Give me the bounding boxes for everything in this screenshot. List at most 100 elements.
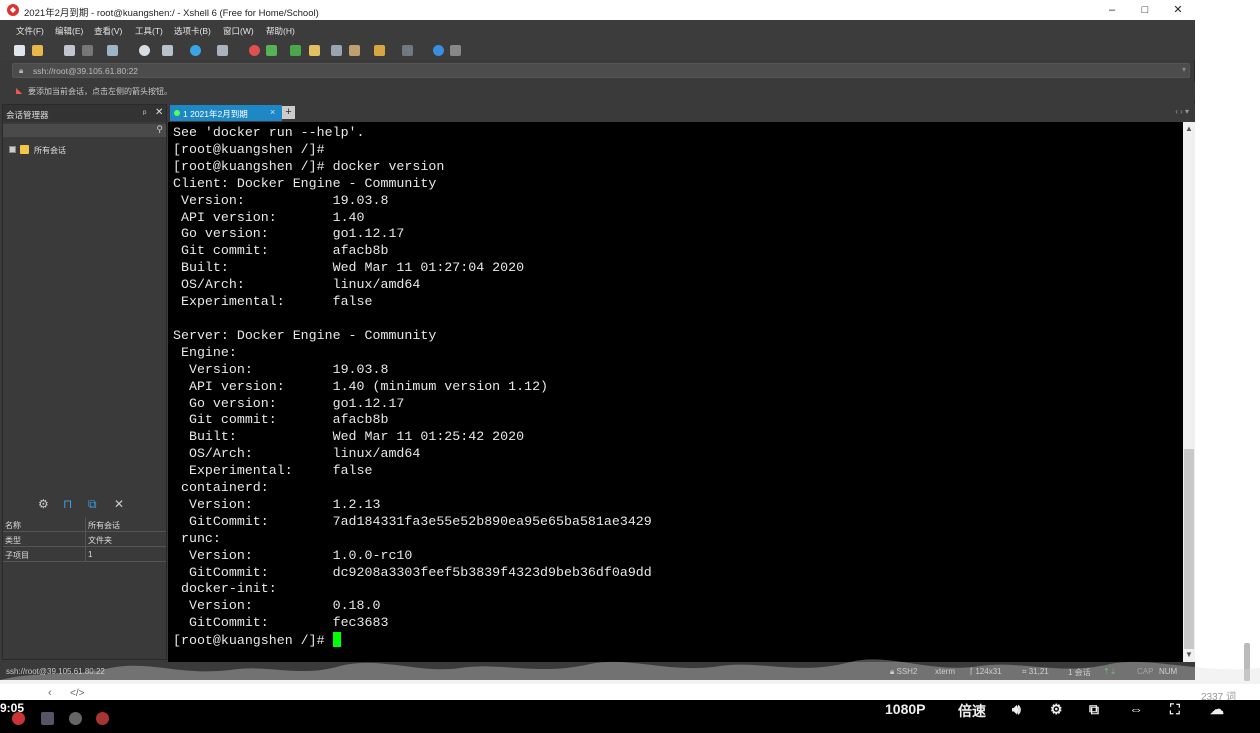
menu-file[interactable]: 文件(F) bbox=[16, 25, 44, 37]
script-icon[interactable] bbox=[374, 45, 385, 56]
terminal-cursor bbox=[332, 632, 341, 648]
compose-icon[interactable] bbox=[349, 45, 360, 56]
property-toolbar: ⚙ ⊓ ⧉ ✕ bbox=[38, 497, 138, 513]
column-divider bbox=[85, 532, 86, 547]
help-icon[interactable] bbox=[433, 45, 444, 56]
terminal-line: [root@kuangshen /]# docker version bbox=[173, 158, 445, 174]
session-manager-header: 会话管理器 ᵖ ✕ bbox=[3, 105, 166, 122]
terminal-line: Version: 0.18.0 bbox=[173, 598, 381, 614]
terminal-line: GitCommit: dc9208a3303feef5b3839f4323d9b… bbox=[173, 564, 652, 580]
cloud-icon[interactable]: ☁ bbox=[1210, 701, 1224, 718]
tab-close-icon[interactable]: × bbox=[270, 107, 275, 117]
scroll-down-icon[interactable]: ▼ bbox=[1185, 650, 1193, 659]
property-key: 名称 bbox=[5, 521, 21, 530]
widescreen-icon[interactable]: ⇔ bbox=[1129, 701, 1143, 717]
gear-icon[interactable]: ⚙ bbox=[38, 497, 49, 511]
expand-icon[interactable] bbox=[9, 146, 16, 153]
menu-tabs[interactable]: 选项卡(B) bbox=[174, 25, 211, 37]
menu-view[interactable]: 查看(V) bbox=[94, 25, 122, 37]
layout-icon[interactable] bbox=[402, 45, 413, 56]
xshell-taskbar-icon[interactable] bbox=[96, 712, 109, 725]
session-search-input[interactable]: ⚲ bbox=[3, 124, 166, 137]
globe-icon[interactable] bbox=[190, 45, 201, 56]
keyboard-icon[interactable] bbox=[331, 45, 342, 56]
tab-label: 1 2021年2月到期 bbox=[183, 109, 248, 119]
scroll-thumb[interactable] bbox=[1184, 449, 1194, 649]
scroll-up-icon[interactable]: ▲ bbox=[1185, 124, 1193, 133]
property-value: 文件夹 bbox=[88, 536, 112, 545]
minimize-button[interactable]: – bbox=[1104, 3, 1120, 17]
pin-icon[interactable]: ᵖ bbox=[143, 108, 146, 118]
terminal[interactable]: See 'docker run --help'. [root@kuangshen … bbox=[168, 122, 1183, 662]
terminal-line: Built: Wed Mar 11 01:25:42 2020 bbox=[173, 429, 525, 445]
disconnect-icon[interactable] bbox=[82, 45, 93, 56]
bookmark-icon[interactable]: ◣ bbox=[16, 86, 22, 95]
code-button[interactable]: </> bbox=[70, 688, 84, 699]
menu-edit[interactable]: 编辑(E) bbox=[55, 25, 83, 37]
terminal-line: Git commit: afacb8b bbox=[173, 412, 389, 428]
menu-tools[interactable]: 工具(T) bbox=[135, 25, 163, 37]
copy-icon[interactable]: ⧉ bbox=[88, 497, 97, 512]
transfer-icon[interactable] bbox=[162, 45, 173, 56]
terminal-line: GitCommit: fec3683 bbox=[173, 615, 389, 631]
prev-button[interactable]: ‹ bbox=[48, 687, 52, 699]
status-sessions: 1 会话 bbox=[1068, 668, 1091, 677]
session-tab-bar: 1 2021年2月到期 × + ‹ › ▾ bbox=[168, 104, 1195, 122]
connect-icon[interactable] bbox=[64, 45, 75, 56]
font-icon[interactable] bbox=[217, 45, 228, 56]
status-size: ⌈ 124x31 bbox=[970, 667, 1002, 676]
terminal-scrollbar[interactable]: ▲ ▼ bbox=[1183, 122, 1195, 662]
terminal-line: Engine: bbox=[173, 344, 237, 360]
lock-icon[interactable] bbox=[309, 45, 320, 56]
tree-item-all-sessions[interactable]: 所有会话 bbox=[34, 145, 66, 156]
speed-button[interactable]: 倍速 bbox=[958, 701, 986, 721]
status-bar: ssh://root@39.105.61.80:22 🔒︎ SSH2 xterm… bbox=[0, 662, 1195, 680]
terminal-line: docker-init: bbox=[173, 581, 277, 597]
lock-icon[interactable]: ⊓ bbox=[63, 497, 72, 511]
close-icon[interactable]: ✕ bbox=[155, 107, 163, 118]
close-button[interactable]: ✕ bbox=[1170, 3, 1186, 17]
chat-icon[interactable] bbox=[450, 45, 461, 56]
xftp-icon[interactable] bbox=[249, 45, 260, 56]
open-folder-icon[interactable] bbox=[32, 45, 43, 56]
add-tab-button[interactable]: + bbox=[282, 106, 295, 119]
new-session-icon[interactable] bbox=[14, 45, 25, 56]
tab-session-1[interactable]: 1 2021年2月到期 × bbox=[170, 105, 282, 121]
property-table: 名称 所有会话 类型 文件夹 子项目 1 bbox=[3, 517, 166, 562]
terminal-line: Version: 1.2.13 bbox=[173, 496, 381, 512]
search-icon[interactable]: ⚲ bbox=[156, 124, 163, 135]
address-bar[interactable]: 🔒︎ ssh://root@39.105.61.80:22 ▾ bbox=[12, 63, 1190, 78]
fullscreen-icon[interactable]: ⛶ bbox=[1170, 701, 1180, 718]
terminal-line: Experimental: false bbox=[173, 463, 373, 479]
menu-bar: 文件(F) 编辑(E) 查看(V) 工具(T) 选项卡(B) 窗口(W) 帮助(… bbox=[0, 20, 1195, 41]
upload-arrow-icon: ⇡⇣ bbox=[1103, 667, 1117, 676]
chrome-icon[interactable] bbox=[69, 712, 82, 725]
menu-help[interactable]: 帮助(H) bbox=[266, 25, 295, 37]
tunnel-icon[interactable] bbox=[266, 45, 277, 56]
fullscreen-icon[interactable] bbox=[290, 45, 301, 56]
menu-window[interactable]: 窗口(W) bbox=[223, 25, 254, 37]
tab-nav-arrows[interactable]: ‹ › ▾ bbox=[1175, 107, 1189, 116]
chevron-down-icon[interactable]: ▾ bbox=[1182, 65, 1186, 74]
session-hint-bar: ◣ 要添加当前会话，点击左侧的箭头按钮。 bbox=[0, 82, 1195, 100]
gear-icon[interactable]: ⚙ bbox=[1050, 701, 1063, 718]
session-manager-title: 会话管理器 bbox=[6, 110, 49, 120]
volume-icon[interactable]: 🔊︎ bbox=[1012, 701, 1021, 718]
terminal-line: Version: 1.0.0-rc10 bbox=[173, 547, 413, 563]
pip-icon[interactable]: ⧉ bbox=[1089, 701, 1099, 718]
title-bar: ◆ 2021年2月到期 - root@kuangshen:/ - Xshell … bbox=[0, 0, 1195, 20]
property-key: 类型 bbox=[5, 536, 21, 545]
page-scrollbar[interactable] bbox=[1244, 643, 1250, 681]
properties-icon[interactable] bbox=[107, 45, 118, 56]
search-icon[interactable] bbox=[139, 45, 150, 56]
address-value: ssh://root@39.105.61.80:22 bbox=[33, 66, 139, 76]
close-icon[interactable]: ✕ bbox=[114, 497, 124, 511]
maximize-button[interactable]: □ bbox=[1137, 3, 1153, 17]
table-row: 子项目 1 bbox=[3, 547, 166, 562]
property-value: 1 bbox=[88, 550, 93, 559]
browser-icon[interactable] bbox=[12, 712, 25, 725]
quality-button[interactable]: 1080P bbox=[885, 701, 925, 717]
terminal-line: Client: Docker Engine - Community bbox=[173, 175, 437, 191]
explorer-icon[interactable] bbox=[41, 712, 54, 725]
lock-icon: 🔒︎ bbox=[19, 66, 24, 75]
